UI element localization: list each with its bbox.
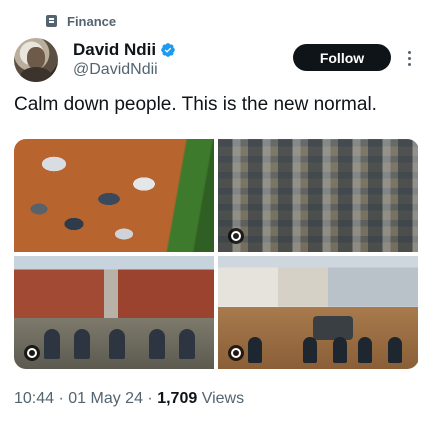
tweet-photo-3[interactable]: [14, 256, 214, 369]
author-handle[interactable]: @DavidNdii: [73, 61, 158, 79]
tweet-photo-1[interactable]: [14, 139, 214, 252]
tweet-text: Calm down people. This is the new normal…: [14, 94, 377, 115]
avatar[interactable]: [14, 38, 58, 82]
author-name-row[interactable]: David Ndii: [73, 40, 176, 60]
verified-badge-icon: [161, 43, 175, 57]
more-options-icon[interactable]: [401, 47, 417, 69]
meta-separator: ·: [142, 390, 158, 407]
views-count[interactable]: 1,709: [157, 390, 197, 407]
tweet-meta: 10:44 · 01 May 24 · 1,709 Views: [14, 390, 244, 408]
alt-badge-icon[interactable]: [24, 345, 40, 361]
alt-badge-icon[interactable]: [228, 228, 244, 244]
tweet-date[interactable]: 01 May 24: [68, 390, 143, 407]
alt-badge-icon[interactable]: [228, 345, 244, 361]
media-grid: [14, 139, 419, 369]
community-context[interactable]: Finance: [46, 11, 116, 31]
community-icon: [46, 15, 57, 27]
tweet-time[interactable]: 10:44: [14, 390, 54, 407]
follow-button[interactable]: Follow: [293, 44, 391, 71]
tweet-photo-4[interactable]: [218, 256, 418, 369]
author-display-name[interactable]: David Ndii: [73, 40, 156, 60]
community-label[interactable]: Finance: [67, 14, 116, 29]
meta-separator: ·: [54, 390, 69, 407]
tweet-photo-2[interactable]: [218, 139, 418, 252]
views-label: Views: [197, 390, 245, 407]
